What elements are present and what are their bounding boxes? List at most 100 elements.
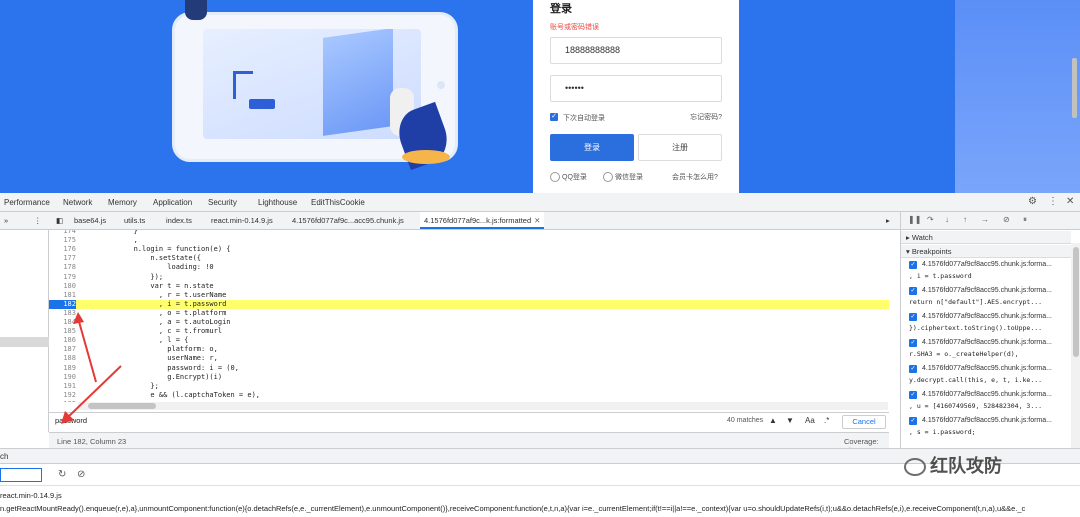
breakpoint-item[interactable]: ✓ 4.1576fd077af9cf8acc95.chunk.js:forma..… xyxy=(901,415,1071,442)
code-line[interactable]: 191 }; xyxy=(49,382,889,391)
tab-performance[interactable]: Performance xyxy=(4,198,50,207)
line-number[interactable]: 180 xyxy=(49,282,76,291)
navigator-selected-item[interactable] xyxy=(0,337,49,347)
code-line[interactable]: 182 , i = t.password xyxy=(49,299,889,309)
breakpoint-checkbox[interactable]: ✓ xyxy=(909,365,917,373)
file-tab-react[interactable]: react.min-0.14.9.js xyxy=(207,212,277,229)
login-button[interactable]: 登录 xyxy=(550,134,634,161)
step-into-icon[interactable]: ↓ xyxy=(945,215,949,224)
navigator-more-icon[interactable]: » xyxy=(0,212,12,229)
line-number[interactable]: 178 xyxy=(49,263,76,272)
line-number[interactable]: 181 xyxy=(49,291,76,300)
code-line[interactable]: 180 var t = n.state xyxy=(49,282,889,291)
line-number[interactable]: 189 xyxy=(49,364,76,373)
breakpoint-checkbox[interactable]: ✓ xyxy=(909,391,917,399)
qq-login-link[interactable]: QQ登录 xyxy=(550,172,587,183)
file-tab-chunk-formatted[interactable]: 4.1576fd077af9c...k.js:formatted ✕ xyxy=(420,212,545,229)
refresh-icon[interactable]: ↻ xyxy=(58,469,66,480)
close-devtools-icon[interactable]: ✕ xyxy=(1066,196,1074,207)
code-line[interactable]: 190 g.Encrypt)(i) xyxy=(49,373,889,382)
line-number[interactable]: 185 xyxy=(49,327,76,336)
result-line[interactable]: n.getReactMountReady().enqueue(r,e),a},u… xyxy=(0,504,1080,513)
breakpoint-item[interactable]: ✓ 4.1576fd077af9cf8acc95.chunk.js:forma..… xyxy=(901,259,1071,286)
line-number[interactable]: 187 xyxy=(49,345,76,354)
code-line[interactable]: 188 userName: r, xyxy=(49,354,889,363)
forgot-password-link[interactable]: 忘记密码? xyxy=(690,112,722,122)
cancel-search-button[interactable]: Cancel xyxy=(842,415,886,429)
pause-on-exceptions-icon[interactable]: ⏸ xyxy=(1023,215,1027,225)
clear-icon[interactable]: ⊘ xyxy=(77,469,85,480)
wechat-login-link[interactable]: 微信登录 xyxy=(603,172,643,183)
code-line[interactable]: 185 , c = t.fromurl xyxy=(49,327,889,336)
breakpoint-checkbox[interactable]: ✓ xyxy=(909,287,917,295)
line-number[interactable]: 188 xyxy=(49,354,76,363)
pause-icon[interactable]: ❚❚ xyxy=(908,215,921,224)
line-number[interactable]: 184 xyxy=(49,318,76,327)
code-horizontal-scrollbar[interactable] xyxy=(78,402,888,410)
tab-editthiscookie[interactable]: EditThisCookie xyxy=(311,198,365,207)
breakpoint-item[interactable]: ✓ 4.1576fd077af9cf8acc95.chunk.js:forma..… xyxy=(901,337,1071,364)
tab-network[interactable]: Network xyxy=(63,198,92,207)
navigator-menu-icon[interactable]: ⋮ xyxy=(30,212,46,229)
code-line[interactable]: 177 n.setState({ xyxy=(49,254,889,263)
code-line[interactable]: 186 , l = { xyxy=(49,336,889,345)
page-scrollbar[interactable] xyxy=(1072,58,1077,118)
code-editor[interactable]: 174 } 175 , 176 n.login = function(e) {177… xyxy=(49,230,889,402)
settings-gear-icon[interactable]: ⚙ xyxy=(1028,196,1037,207)
line-number[interactable]: 193 xyxy=(49,400,76,402)
breakpoint-checkbox[interactable]: ✓ xyxy=(909,261,917,269)
breakpoint-item[interactable]: ✓ 4.1576fd077af9cf8acc95.chunk.js:forma..… xyxy=(901,285,1071,312)
result-file[interactable]: react.min-0.14.9.js xyxy=(0,491,62,500)
toggle-navigator-icon[interactable]: ◧ xyxy=(52,212,67,229)
breakpoint-checkbox[interactable]: ✓ xyxy=(909,339,917,347)
breakpoint-checkbox[interactable]: ✓ xyxy=(909,417,917,425)
line-number[interactable]: 177 xyxy=(49,254,76,263)
breakpoint-item[interactable]: ✓ 4.1576fd077af9cf8acc95.chunk.js:forma..… xyxy=(901,363,1071,390)
search-filter-input[interactable] xyxy=(0,468,42,482)
line-number[interactable]: 186 xyxy=(49,336,76,345)
close-tab-icon[interactable]: ✕ xyxy=(534,216,540,225)
code-line[interactable]: 184 , a = t.autoLogin xyxy=(49,318,889,327)
scrollbar-thumb[interactable] xyxy=(1073,247,1079,357)
breakpoints-section-header[interactable]: ▾ Breakpoints xyxy=(901,245,1071,258)
breakpoint-item[interactable]: ✓ 4.1576fd077af9cf8acc95.chunk.js:forma..… xyxy=(901,311,1071,338)
breakpoint-checkbox[interactable]: ✓ xyxy=(909,313,917,321)
step-out-icon[interactable]: ↑ xyxy=(963,215,967,224)
line-number[interactable]: 182 xyxy=(49,299,76,309)
code-line[interactable]: 187 platform: o, xyxy=(49,345,889,354)
file-tab-index[interactable]: index.ts xyxy=(162,212,196,229)
scrollbar-thumb[interactable] xyxy=(88,403,156,409)
code-line[interactable]: 181 , r = t.userName xyxy=(49,291,889,300)
line-number[interactable]: 175 xyxy=(49,236,76,245)
line-number[interactable]: 191 xyxy=(49,382,76,391)
breakpoint-item[interactable]: ✓ 4.1576fd077af9cf8acc95.chunk.js:forma..… xyxy=(901,389,1071,416)
sidebar-scrollbar[interactable] xyxy=(1071,243,1080,448)
line-number[interactable]: 179 xyxy=(49,273,76,282)
tab-security[interactable]: Security xyxy=(208,198,237,207)
file-tab-chunk[interactable]: 4.1576fd077af9c...acc95.chunk.js xyxy=(288,212,408,229)
code-line[interactable]: 178 loading: !0 xyxy=(49,263,889,272)
previous-match-icon[interactable]: ▲ xyxy=(769,416,777,425)
line-number[interactable]: 183 xyxy=(49,309,76,318)
tab-memory[interactable]: Memory xyxy=(108,198,137,207)
file-tab-base64[interactable]: base64.js xyxy=(70,212,110,229)
username-input[interactable]: 18888888888 xyxy=(550,37,722,64)
match-case-button[interactable]: Aa xyxy=(805,416,815,425)
code-line[interactable]: 189 password: i = (0, xyxy=(49,364,889,373)
more-options-icon[interactable]: ⋮ xyxy=(1048,196,1058,207)
search-input[interactable]: password xyxy=(55,416,87,425)
file-navigator[interactable] xyxy=(0,230,49,432)
register-button[interactable]: 注册 xyxy=(638,134,722,161)
code-line[interactable]: 179 }); xyxy=(49,273,889,282)
toggle-debugger-icon[interactable]: ▸ xyxy=(882,212,894,229)
line-number[interactable]: 192 xyxy=(49,391,76,400)
code-line[interactable]: 176 n.login = function(e) { xyxy=(49,245,889,254)
step-over-icon[interactable]: ↷ xyxy=(927,215,934,224)
code-line[interactable]: 192 e && (l.captchaToken = e), xyxy=(49,391,889,400)
tab-lighthouse[interactable]: Lighthouse xyxy=(258,198,297,207)
regex-button[interactable]: .* xyxy=(824,416,829,425)
step-icon[interactable]: → xyxy=(981,215,989,224)
auto-login-checkbox[interactable]: ✓ xyxy=(550,113,558,121)
member-card-link[interactable]: 会员卡怎么用? xyxy=(672,172,718,182)
deactivate-breakpoints-icon[interactable]: ⊘ xyxy=(1003,215,1010,224)
